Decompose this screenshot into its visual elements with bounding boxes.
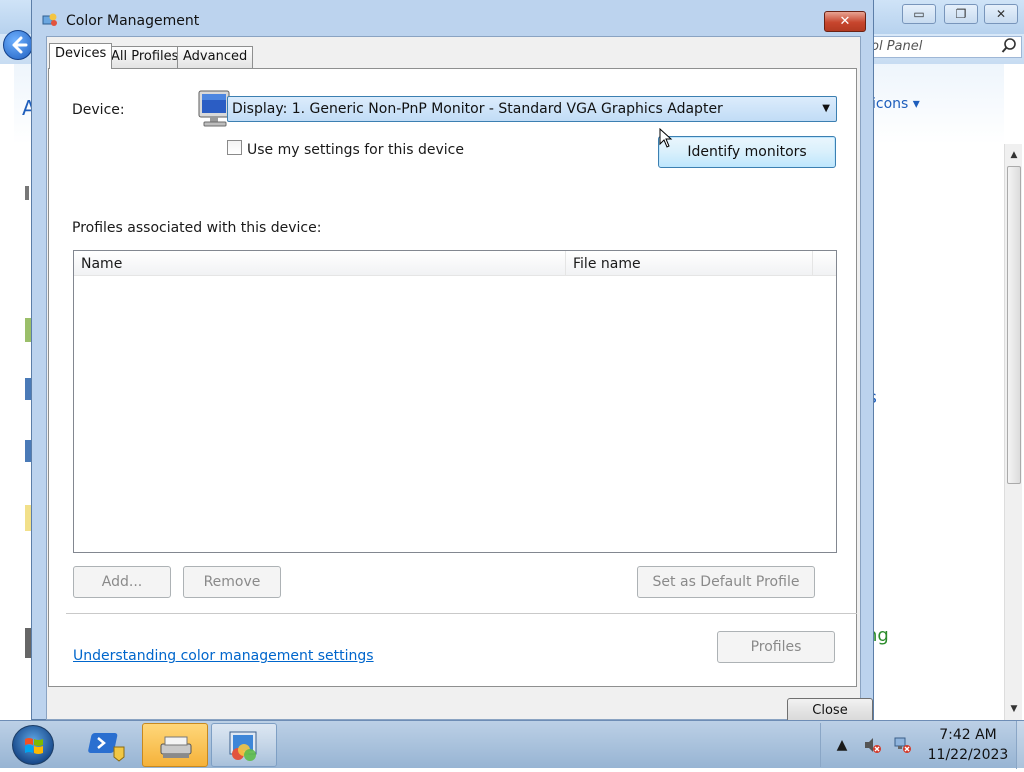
taskbar-color-management[interactable]	[211, 723, 277, 767]
scroll-down-arrow-icon[interactable]: ▼	[1005, 700, 1023, 718]
profiles-list[interactable]: Name File name	[73, 250, 837, 553]
scrollbar-thumb[interactable]	[1007, 166, 1021, 484]
control-panel-partial-icon	[25, 186, 29, 200]
network-disconnected-icon[interactable]	[892, 735, 912, 755]
add-profile-button[interactable]: Add...	[73, 566, 171, 598]
control-panel-scrollbar[interactable]: ▲ ▼	[1004, 144, 1022, 720]
dialog-close-button[interactable]: ✕	[824, 11, 866, 32]
tab-all-profiles[interactable]: All Profiles	[105, 46, 185, 68]
view-by-icons-link[interactable]: icons ▾	[872, 96, 920, 112]
back-arrow-icon	[12, 36, 28, 54]
minimize-button[interactable]: ▭	[902, 4, 936, 24]
clock-date[interactable]: 11/22/2023	[925, 747, 1011, 763]
device-dropdown[interactable]: Display: 1. Generic Non-PnP Monitor - St…	[227, 96, 837, 122]
taskbar-control-panel[interactable]	[142, 723, 208, 767]
search-icon	[1001, 37, 1017, 62]
chevron-down-icon: ▼	[822, 103, 830, 114]
taskbar-powershell[interactable]	[76, 723, 142, 767]
tab-devices[interactable]: Devices	[49, 43, 113, 69]
search-placeholder: ol Panel	[871, 39, 923, 54]
remove-profile-button[interactable]: Remove	[183, 566, 281, 598]
profiles-list-header: Name File name	[74, 251, 836, 276]
divider	[66, 613, 857, 614]
clock-time[interactable]: 7:42 AM	[925, 727, 1011, 743]
mouse-cursor-icon	[659, 128, 673, 148]
profiles-associated-label: Profiles associated with this device:	[72, 220, 322, 236]
start-button[interactable]	[12, 725, 54, 765]
window-close-button[interactable]: ✕	[984, 4, 1018, 24]
tray-divider	[820, 723, 821, 767]
dialog-body: Devices All Profiles Advanced Device: Di…	[46, 36, 873, 724]
powershell-icon	[88, 733, 125, 762]
profiles-button[interactable]: Profiles	[717, 631, 835, 663]
set-default-profile-button[interactable]: Set as Default Profile	[637, 566, 815, 598]
device-dropdown-value: Display: 1. Generic Non-PnP Monitor - St…	[232, 101, 723, 117]
column-header-file-name[interactable]: File name	[566, 251, 813, 276]
use-my-settings-label[interactable]: Use my settings for this device	[247, 142, 464, 158]
column-header-name[interactable]: Name	[74, 251, 566, 276]
identify-monitors-button[interactable]: Identify monitors	[658, 136, 836, 168]
close-icon: ✕	[839, 14, 851, 29]
search-input[interactable]: ol Panel	[862, 36, 1022, 58]
scroll-up-arrow-icon[interactable]: ▲	[1005, 146, 1023, 164]
windows-logo-icon	[25, 738, 43, 754]
color-management-dialog: Color Management ✕ Devices All Profiles …	[31, 0, 874, 724]
color-management-app-icon	[229, 731, 257, 761]
volume-muted-icon[interactable]	[862, 735, 882, 755]
help-link[interactable]: Understanding color management settings	[73, 648, 374, 664]
tab-advanced[interactable]: Advanced	[177, 46, 254, 68]
dialog-title: Color Management	[66, 13, 200, 29]
control-panel-icon	[160, 736, 192, 758]
taskbar: ▲ 7:42 AM 11/22/2023	[0, 720, 1024, 769]
show-hidden-icons-icon[interactable]: ▲	[832, 735, 852, 755]
devices-tab-panel: Device: Display: 1. Generic Non-PnP Moni…	[48, 68, 857, 687]
show-desktop-button[interactable]	[1016, 721, 1024, 769]
back-button[interactable]	[3, 30, 33, 60]
color-management-icon	[42, 13, 57, 26]
maximize-button[interactable]: ❐	[944, 4, 978, 24]
use-my-settings-checkbox[interactable]	[227, 140, 242, 155]
device-label: Device:	[72, 102, 125, 118]
